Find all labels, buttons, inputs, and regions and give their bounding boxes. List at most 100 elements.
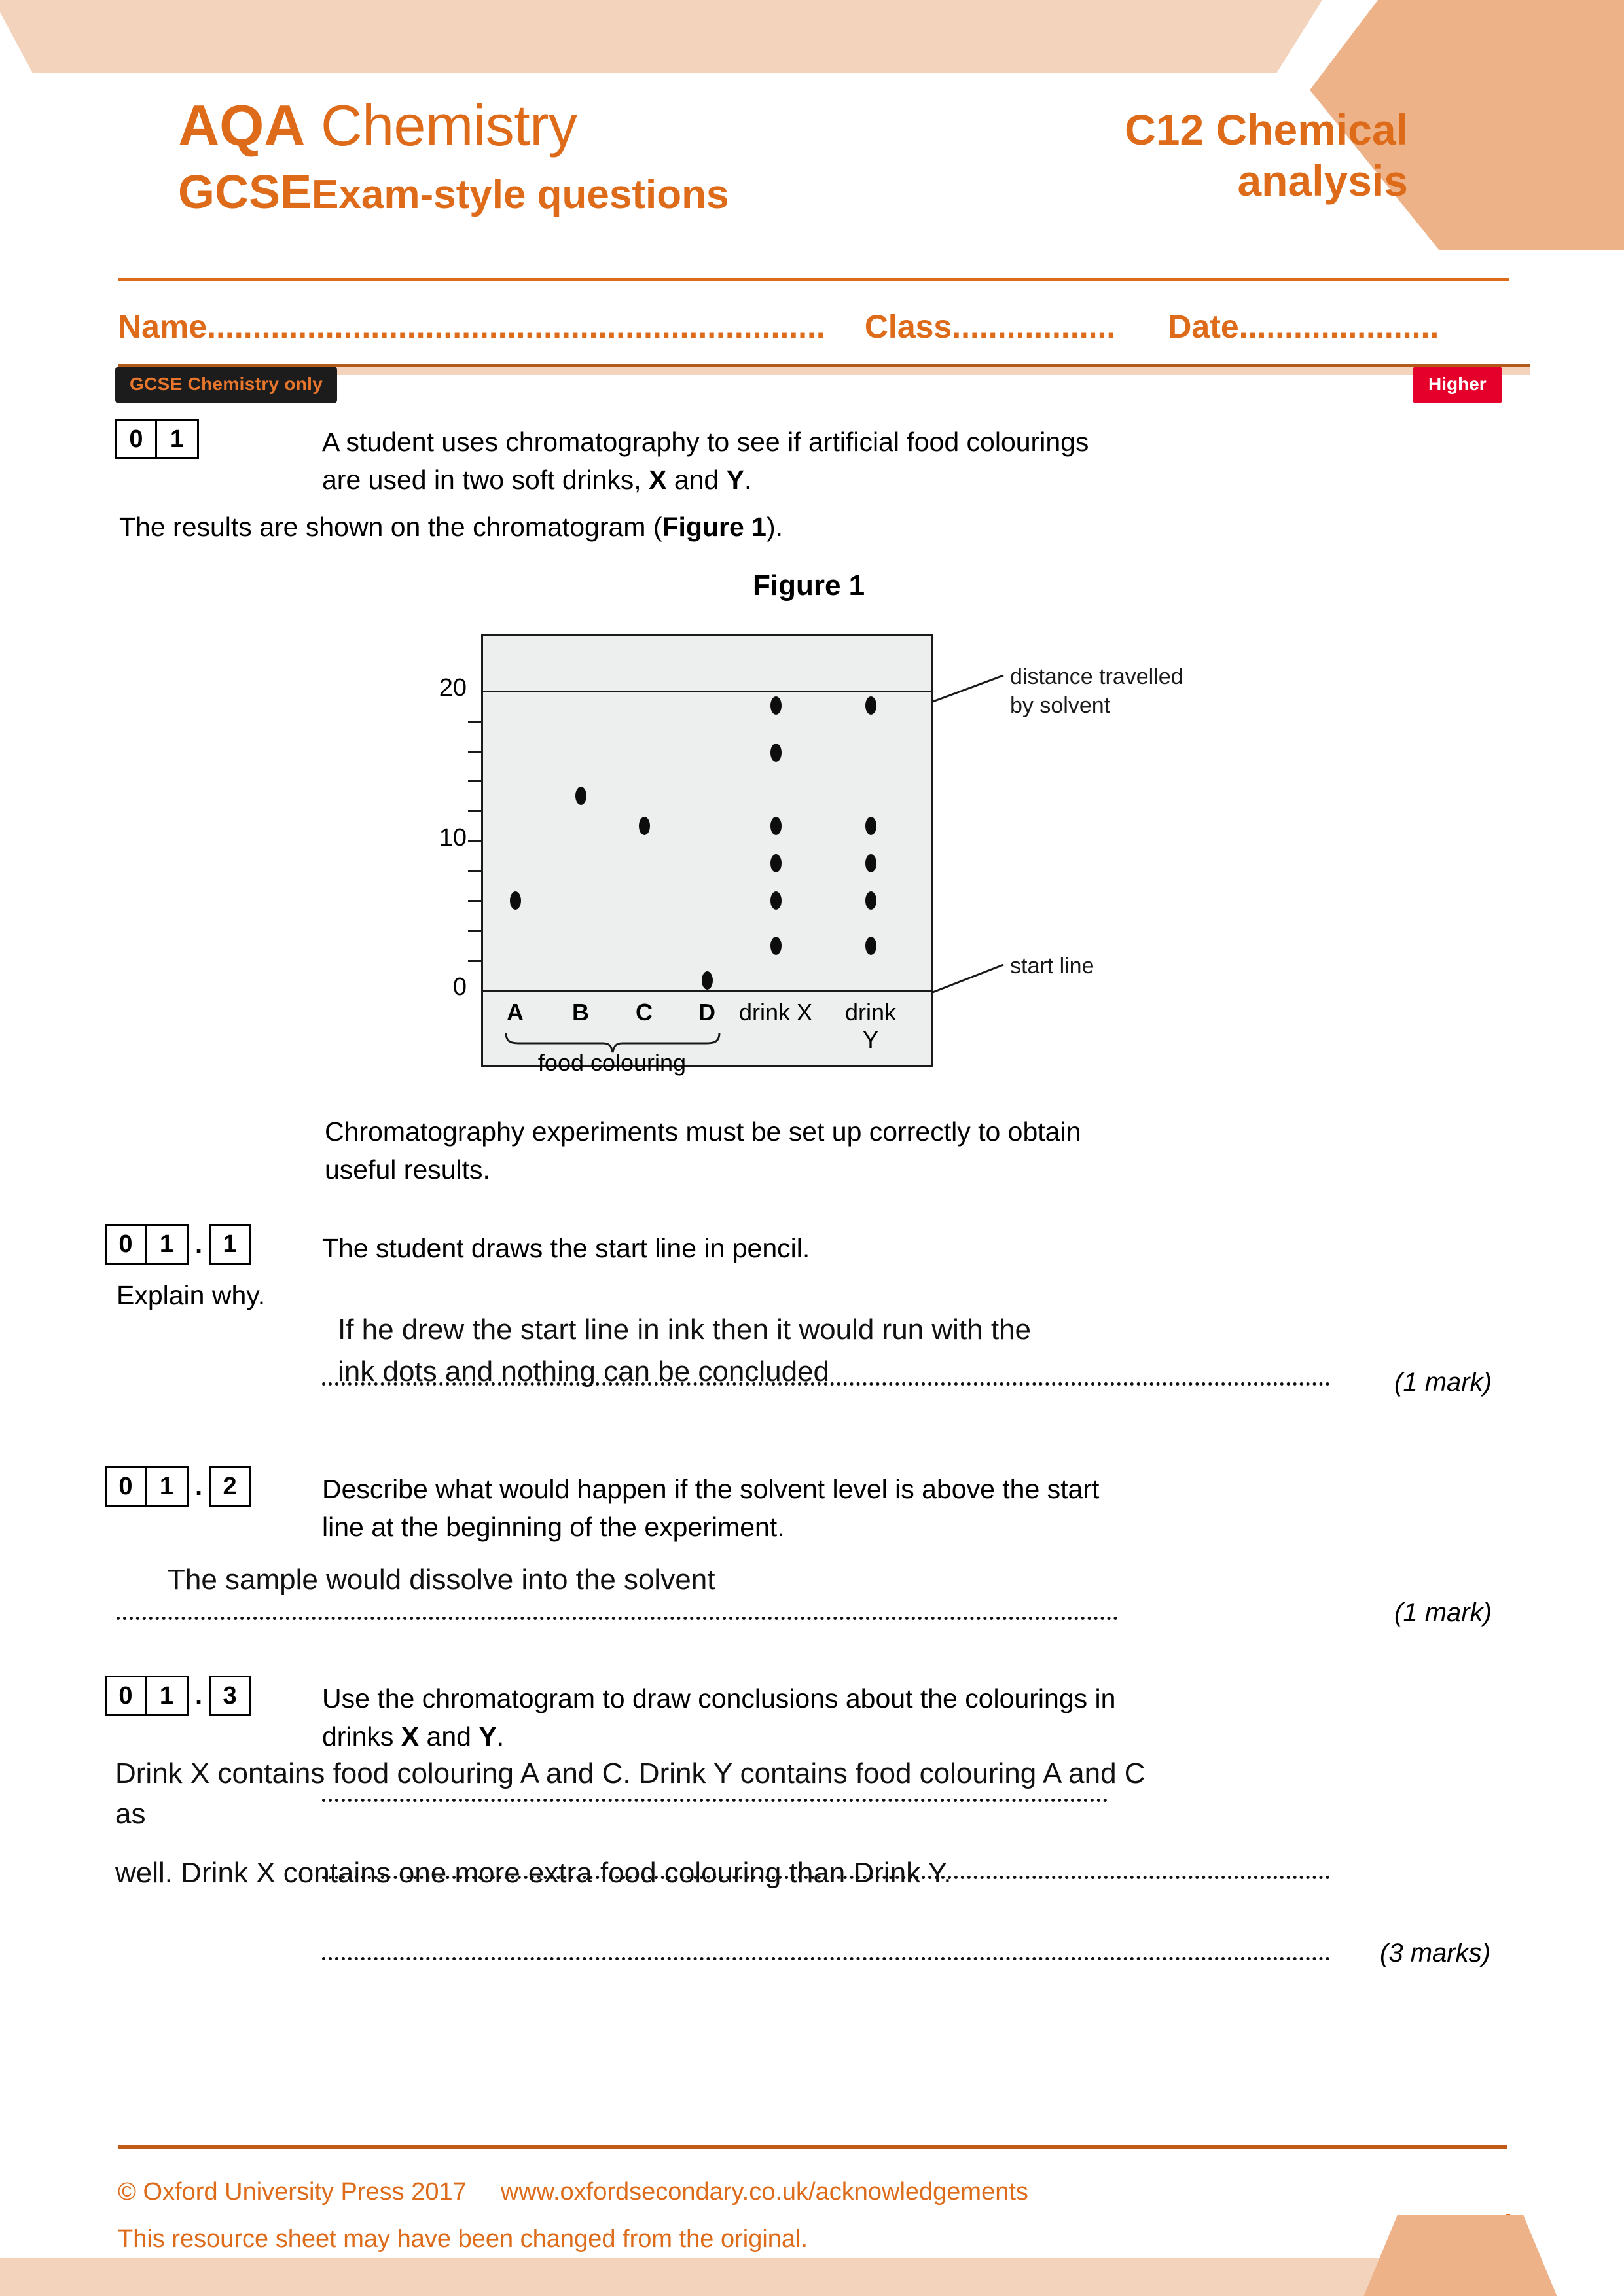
y-tick-label-20: 20	[439, 674, 467, 702]
topic-title-line-1: C12 Chemical	[1125, 105, 1408, 154]
subquestion-digit-1: 1	[147, 1466, 189, 1507]
y-minor-tick-14	[468, 780, 481, 782]
lane-label-b: B	[572, 999, 589, 1026]
question-01-3-prompt-line-1: Use the chromatogram to draw conclusions…	[322, 1683, 1116, 1713]
answer-01-3-line-3[interactable]: well. Drink X contains one more extra fo…	[115, 1852, 1464, 1894]
subquestion-digit-1: 1	[147, 1676, 189, 1716]
prompt-text-and: and	[419, 1721, 479, 1752]
subject-label: Chemistry	[321, 93, 577, 158]
name-field[interactable]: Name....................................…	[118, 308, 825, 345]
figure-1-title: Figure 1	[753, 569, 865, 601]
marks-01-1: (1 mark)	[1394, 1368, 1492, 1397]
chromatogram-spot	[865, 891, 876, 910]
answer-01-1[interactable]: If he drew the start line in ink then it…	[338, 1309, 1359, 1393]
y-major-tick-10	[468, 840, 481, 842]
topic-title-line-2: analysis	[1237, 156, 1408, 205]
footer-note: This resource sheet may have been change…	[118, 2225, 808, 2253]
callout-solvent-line-2: by solvent	[1010, 693, 1111, 719]
solvent-front-line	[481, 691, 933, 692]
y-minor-tick-8	[468, 870, 481, 872]
subquestion-dot: .	[195, 1230, 203, 1259]
question-01-2-prompt-line-1: Describe what would happen if the solven…	[322, 1474, 1100, 1504]
qualification-label: GCSE	[178, 166, 312, 219]
student-details-line: Name....................................…	[118, 308, 1532, 346]
chromatogram-spot	[865, 937, 876, 955]
y-minor-tick-18	[468, 721, 481, 723]
chromatogram-spot	[865, 817, 876, 835]
y-tick-label-0: 0	[452, 973, 467, 1001]
results-text-end: ).	[766, 512, 784, 542]
answer-01-3-line-1[interactable]: Drink X contains food colouring A and C.…	[115, 1753, 1464, 1795]
answer-line-01-2[interactable]	[117, 1617, 1118, 1620]
question-01-1-prompt: The student draws the start line in penc…	[322, 1233, 810, 1263]
solvent-callout-leader-line	[933, 674, 1004, 703]
status-badge-higher: Higher	[1413, 367, 1502, 403]
chromatogram-spot	[702, 971, 713, 990]
drink-y-ref: Y	[478, 1721, 497, 1752]
lane-label-a: A	[507, 999, 524, 1026]
chromatogram-spot	[575, 787, 586, 805]
callout-distance-travelled-by-solvent: distance travelled by solvent	[1010, 662, 1233, 720]
brand-block: AQA Chemistry GCSEExam-style questions	[178, 97, 964, 219]
subquestion-sub-digit: 3	[209, 1676, 251, 1716]
question-number-01: 0 1	[115, 419, 199, 459]
subquestion-sub-digit: 1	[209, 1224, 251, 1265]
marks-01-3: (3 marks)	[1380, 1939, 1490, 1967]
subquestion-digit-1: 1	[147, 1224, 189, 1265]
brand-title-line: AQA Chemistry	[178, 97, 964, 154]
header-band-decoration	[0, 0, 1322, 73]
callout-solvent-line-1: distance travelled	[1010, 664, 1183, 689]
answer-line-01-3-a[interactable]	[322, 1799, 1108, 1802]
prompt-text-end: .	[496, 1721, 505, 1752]
subquestion-dot: .	[195, 1681, 203, 1710]
awarding-body-label: AQA	[178, 93, 306, 158]
stem-text-a: are used in two soft drinks,	[322, 465, 649, 495]
footer-trapezoid-decoration	[1362, 2215, 1559, 2296]
start-line-callout-leader-line	[933, 963, 1004, 994]
header-divider	[118, 278, 1509, 281]
copyright-text: © Oxford University Press 2017	[118, 2178, 467, 2206]
footer-copyright-row: © Oxford University Press 2017 www.oxford…	[118, 2178, 1028, 2206]
marks-01-3-word: marks	[1410, 1939, 1482, 1967]
marks-01-1-value: 1	[1403, 1368, 1418, 1397]
marks-01-2: (1 mark)	[1394, 1598, 1492, 1627]
start-line-marker	[481, 990, 933, 992]
class-field[interactable]: Class..................	[865, 308, 1115, 345]
question-number-01-2: 0 1 . 2	[105, 1466, 251, 1507]
results-text-a: The results are shown on the chromatogra…	[119, 512, 662, 542]
answer-line-01-1[interactable]	[322, 1382, 1330, 1386]
question-number-01-3: 0 1 . 3	[105, 1676, 251, 1716]
y-minor-tick-2	[468, 960, 481, 962]
status-badge-gcse-chemistry-only: GCSE Chemistry only	[115, 367, 338, 403]
page-title: C12 Chemical analysis	[911, 105, 1408, 207]
marks-01-3-value: 3	[1388, 1939, 1403, 1967]
date-field[interactable]: Date......................	[1168, 308, 1439, 345]
subquestion-dot: .	[195, 1472, 203, 1501]
question-01-2-prompt: Describe what would happen if the solven…	[322, 1470, 1252, 1546]
y-minor-tick-6	[468, 900, 481, 902]
acknowledgements-url[interactable]: www.oxfordsecondary.co.uk/acknowledgemen…	[501, 2178, 1028, 2206]
marks-01-2-value: 1	[1403, 1598, 1418, 1627]
question-01-3-prompt-line-2: drinks X and Y.	[322, 1717, 1252, 1755]
figure-reference: Figure 1	[662, 512, 767, 542]
answer-01-1-line-1: If he drew the start line in ink then it…	[338, 1314, 1032, 1346]
setup-note-line-2: useful results.	[325, 1155, 490, 1185]
answer-line-01-3-c[interactable]	[322, 1957, 1330, 1960]
prompt-text-a: drinks	[322, 1721, 401, 1752]
answer-01-3-line-2[interactable]: as	[115, 1793, 312, 1835]
question-digit-1: 1	[157, 419, 199, 459]
answer-01-2-line-1: The sample would dissolve into the solve…	[168, 1564, 715, 1596]
drink-x-ref: X	[401, 1721, 420, 1752]
setup-note-line-1: Chromatography experiments must be set u…	[325, 1117, 1081, 1147]
marks-01-2-word: mark	[1424, 1598, 1483, 1627]
lane-label-drink-x: drink X	[738, 999, 813, 1026]
y-tick-label-10: 10	[439, 824, 467, 852]
subquestion-digit-0: 0	[105, 1466, 147, 1507]
answer-01-2[interactable]: The sample would dissolve into the solve…	[168, 1559, 1215, 1601]
lane-label-d: D	[698, 999, 715, 1026]
chromatogram-spot	[510, 891, 521, 910]
question-01-2-prompt-line-2: line at the beginning of the experiment.	[322, 1512, 785, 1543]
chromatography-setup-note: Chromatography experiments must be set u…	[325, 1113, 1189, 1189]
footer-divider	[118, 2145, 1507, 2149]
y-minor-tick-4	[468, 930, 481, 932]
